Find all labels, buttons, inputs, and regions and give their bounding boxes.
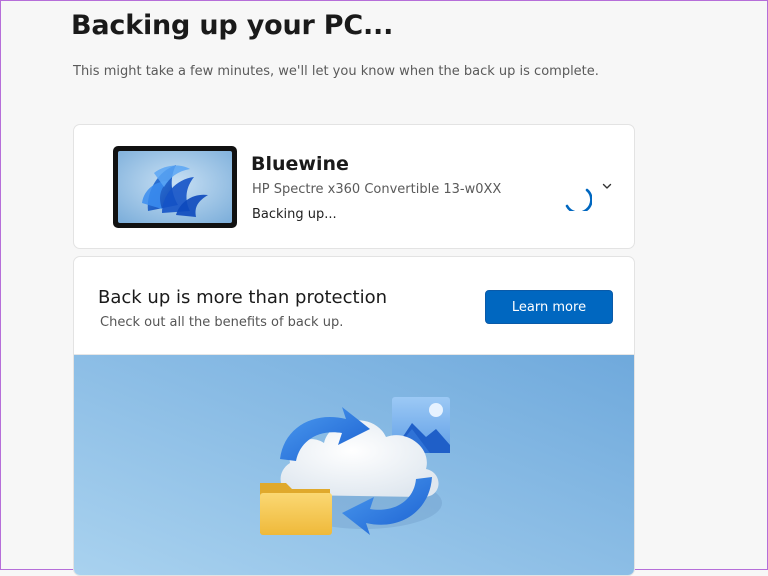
device-name: Bluewine xyxy=(251,153,349,175)
promo-title: Back up is more than protection xyxy=(98,287,388,308)
learn-more-button[interactable]: Learn more xyxy=(485,290,613,324)
backup-illustration xyxy=(74,355,634,575)
spinner-icon xyxy=(565,188,592,211)
windows-bloom-wallpaper-icon xyxy=(113,146,237,228)
device-card[interactable]: Bluewine HP Spectre x360 Convertible 13-… xyxy=(73,124,635,249)
page-subtitle: This might take a few minutes, we'll let… xyxy=(73,64,599,79)
backup-status: Backing up... xyxy=(252,207,337,222)
promo-subtitle: Check out all the benefits of back up. xyxy=(100,315,344,330)
chevron-down-icon[interactable] xyxy=(601,180,613,192)
device-model: HP Spectre x360 Convertible 13-w0XX xyxy=(252,182,502,197)
page-title: Backing up your PC... xyxy=(71,10,394,41)
promo-card: Back up is more than protection Check ou… xyxy=(73,256,635,576)
folder-icon xyxy=(260,483,332,535)
